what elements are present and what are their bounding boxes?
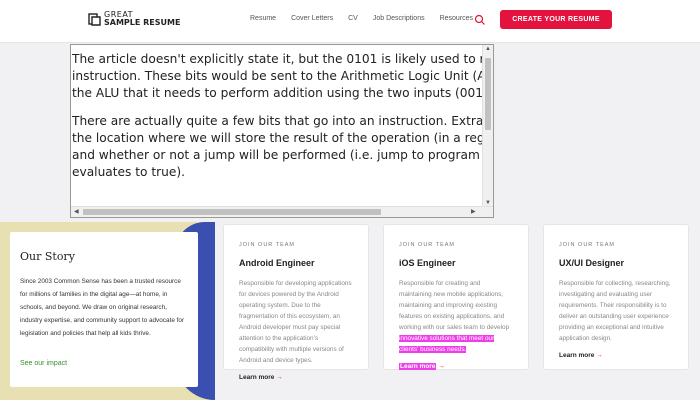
learn-more-link[interactable]: Learn more → (559, 352, 603, 359)
site-logo[interactable]: GREAT SAMPLE RESUME (88, 11, 180, 27)
job-eyebrow: JOIN OUR TEAM (559, 242, 615, 248)
logo-mark-icon (88, 12, 101, 26)
nav-cv[interactable]: CV (348, 15, 358, 22)
job-title: UX/UI Designer (559, 258, 625, 268)
horizontal-scroll-thumb[interactable] (83, 209, 381, 215)
job-title: Android Engineer (239, 258, 315, 268)
learn-more-link[interactable]: Learn more → (239, 374, 283, 381)
job-eyebrow: JOIN OUR TEAM (239, 242, 295, 248)
arrow-right-icon: → (438, 363, 445, 370)
job-eyebrow: JOIN OUR TEAM (399, 242, 455, 248)
see-impact-link[interactable]: See our impact (20, 360, 67, 367)
job-description: Responsible for collecting, researching,… (559, 280, 671, 342)
story-title: Our Story (20, 250, 75, 263)
job-description: Responsible for creating and maintaining… (399, 280, 510, 353)
job-card-ux: JOIN OUR TEAM UX/UI Designer Responsible… (543, 224, 689, 370)
article-text: The article doesn't explicitly state it,… (72, 51, 482, 192)
site-header: GREAT SAMPLE RESUME Resume Cover Letters… (0, 0, 700, 43)
paragraph-1: The article doesn't explicitly state it,… (72, 52, 482, 100)
vertical-scroll-thumb[interactable] (485, 58, 491, 130)
job-description: Responsible for developing applications … (239, 280, 352, 364)
scroll-right-icon[interactable]: ▶ (471, 208, 476, 215)
article-viewer[interactable]: The article doesn't explicitly state it,… (70, 44, 494, 218)
job-title: iOS Engineer (399, 258, 456, 268)
job-card-android: JOIN OUR TEAM Android Engineer Responsib… (223, 224, 369, 381)
scroll-left-icon[interactable]: ◀ (74, 208, 79, 215)
main-nav: Resume Cover Letters CV Job Descriptions… (250, 15, 488, 22)
learn-more-link[interactable]: Learn more → (399, 363, 445, 370)
nav-resume[interactable]: Resume (250, 15, 276, 22)
story-body: Since 2003 Common Sense has been a trust… (20, 278, 185, 337)
arrow-right-icon: → (276, 374, 283, 381)
logo-line2: SAMPLE RESUME (104, 18, 181, 27)
scroll-up-icon[interactable]: ▲ (485, 46, 491, 52)
arrow-right-icon: → (596, 352, 603, 359)
selected-text[interactable]: innovative solutions that meet our clien… (399, 335, 495, 353)
search-icon[interactable] (474, 14, 486, 26)
paragraph-2: There are actually quite a few bits that… (72, 114, 482, 179)
nav-cover-letters[interactable]: Cover Letters (291, 15, 333, 22)
nav-job-descriptions[interactable]: Job Descriptions (373, 15, 425, 22)
story-card: Our Story Since 2003 Common Sense has be… (10, 232, 198, 387)
job-card-ios: JOIN OUR TEAM iOS Engineer Responsible f… (383, 224, 529, 370)
horizontal-scrollbar[interactable]: ◀ ▶ (71, 206, 493, 217)
create-resume-button[interactable]: CREATE YOUR RESUME (500, 10, 612, 29)
vertical-scrollbar[interactable]: ▲ ▼ (482, 45, 493, 207)
nav-resources[interactable]: Resources (440, 15, 473, 22)
